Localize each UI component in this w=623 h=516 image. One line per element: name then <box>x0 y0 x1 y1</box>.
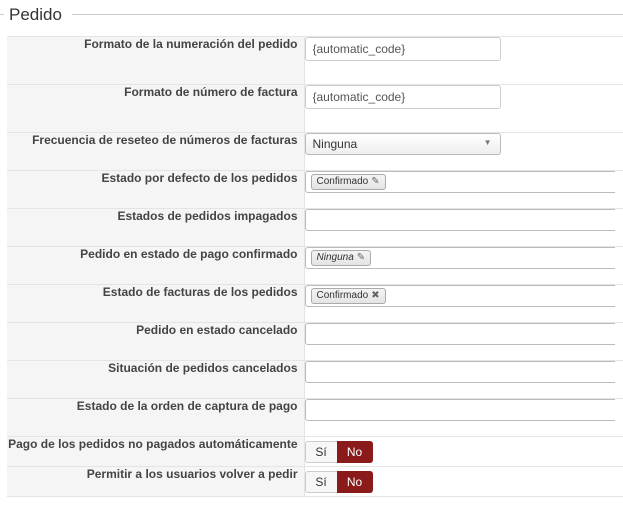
status-chip[interactable]: Confirmado ✎ <box>310 174 386 190</box>
default-order-status-field[interactable]: Confirmado ✎ <box>304 171 615 193</box>
form-row: Pedido en estado de pago confirmado Ning… <box>7 246 623 285</box>
form-row: Formato de número de factura <box>7 84 623 133</box>
section-title: Pedido <box>9 5 62 24</box>
section-legend: Pedido <box>0 0 623 30</box>
pencil-icon[interactable]: ✎ <box>371 176 379 187</box>
form-row: Permitir a los usuarios volver a pedir S… <box>7 466 623 497</box>
form-row: Pedido en estado cancelado <box>7 322 623 361</box>
pencil-icon[interactable]: ✎ <box>357 252 365 263</box>
form-row: Situación de pedidos cancelados <box>7 360 623 399</box>
toggle-yes-option[interactable]: Sí <box>304 471 337 493</box>
payment-confirmed-status-field[interactable]: Ninguna ✎ <box>304 247 615 269</box>
form-row: Estado por defecto de los pedidos Confir… <box>7 170 623 209</box>
field-label: Estado por defecto de los pedidos <box>101 171 298 185</box>
legend-divider-right <box>72 14 623 15</box>
form-row: Estados de pedidos impagados <box>7 208 623 247</box>
form-row: Formato de la numeración del pedido <box>7 36 623 85</box>
field-label: Permitir a los usuarios volver a pedir <box>86 467 298 481</box>
status-chip[interactable]: Confirmado ✖ <box>310 288 386 304</box>
field-label: Estados de pedidos impagados <box>117 209 298 223</box>
field-label: Formato de número de factura <box>124 85 298 99</box>
field-label: Formato de la numeración del pedido <box>84 37 298 51</box>
form-row: Estado de facturas de los pedidos Confir… <box>7 284 623 323</box>
toggle-no-option[interactable]: No <box>336 471 373 493</box>
toggle-yes-option[interactable]: Sí <box>304 441 337 463</box>
form-row: Pago de los pedidos no pagados automátic… <box>7 436 623 467</box>
select-value: Ninguna <box>312 137 358 151</box>
field-label: Pago de los pedidos no pagados automátic… <box>8 437 298 451</box>
invoice-number-format-input[interactable] <box>304 85 501 109</box>
field-label: Frecuencia de reseteo de números de fact… <box>32 133 298 147</box>
field-label: Estado de la orden de captura de pago <box>76 399 298 413</box>
chevron-down-icon: ▼ <box>483 138 492 147</box>
remove-x-icon[interactable]: ✖ <box>371 290 379 301</box>
status-chip[interactable]: Ninguna ✎ <box>310 250 372 266</box>
cancelled-order-status-field[interactable] <box>304 323 615 345</box>
payment-capture-status-field[interactable] <box>304 399 615 421</box>
invoice-reset-frequency-select[interactable]: Ninguna ▼ <box>304 133 501 155</box>
form-row: Frecuencia de reseteo de números de fact… <box>7 132 623 171</box>
order-number-format-input[interactable] <box>304 37 501 61</box>
field-label: Estado de facturas de los pedidos <box>102 285 298 299</box>
field-label: Pedido en estado cancelado <box>136 323 298 337</box>
cancelled-orders-situation-field[interactable] <box>304 361 615 383</box>
form-row: Estado de la orden de captura de pago <box>7 398 623 437</box>
legend-divider-left <box>0 14 4 15</box>
order-settings-form: Formato de la numeración del pedido Form… <box>7 36 623 497</box>
unpaid-order-statuses-field[interactable] <box>304 209 615 231</box>
invoice-order-status-field[interactable]: Confirmado ✖ <box>304 285 615 307</box>
field-label: Pedido en estado de pago confirmado <box>80 247 298 261</box>
toggle-no-option[interactable]: No <box>336 441 373 463</box>
auto-pay-unpaid-toggle[interactable]: Sí No <box>304 441 373 463</box>
allow-reorder-toggle[interactable]: Sí No <box>304 471 373 493</box>
field-label: Situación de pedidos cancelados <box>108 361 298 375</box>
